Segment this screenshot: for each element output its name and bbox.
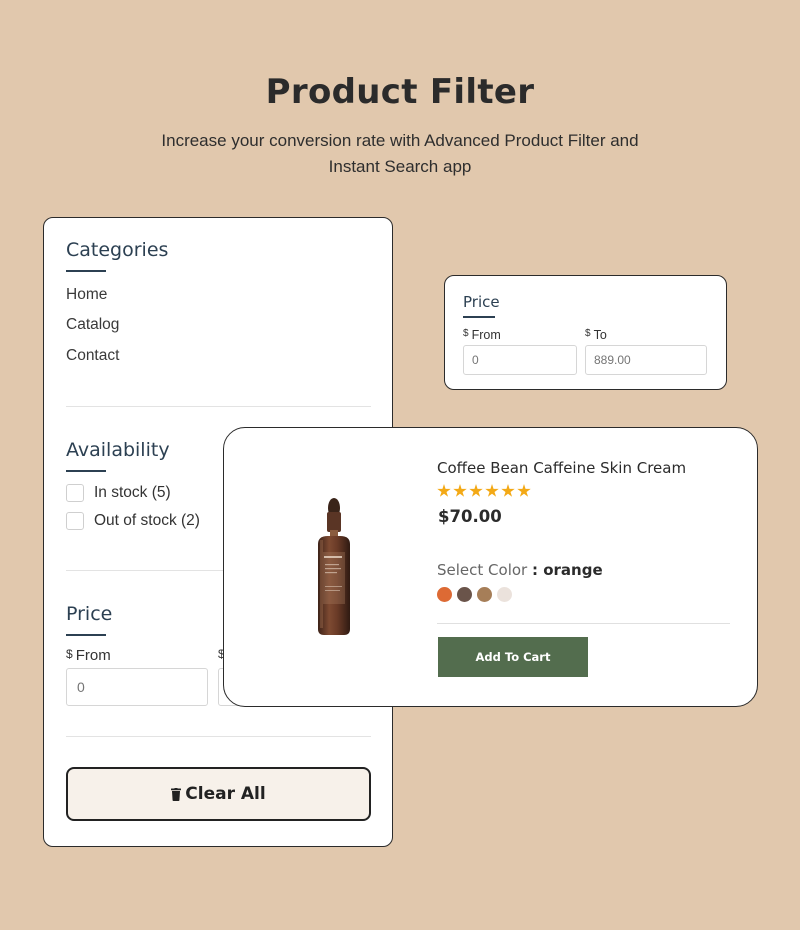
star-icon [485, 484, 499, 497]
price-card-from-input[interactable] [463, 345, 577, 375]
currency-symbol: $ [66, 647, 73, 661]
out-of-stock-label: Out of stock (2) [94, 512, 200, 529]
category-link-catalog[interactable]: Catalog [66, 316, 119, 334]
add-to-cart-button[interactable]: Add To Cart [438, 637, 588, 677]
color-swatch[interactable] [457, 587, 472, 602]
price-filter-card: Price $From $To [444, 275, 727, 390]
availability-option-out-of-stock[interactable]: Out of stock (2) [66, 512, 200, 530]
star-icon [517, 484, 531, 497]
out-of-stock-checkbox[interactable] [66, 512, 84, 530]
product-price: $70.00 [438, 507, 502, 526]
price-from-label: $ From [66, 647, 111, 664]
price-from-input[interactable] [66, 668, 208, 706]
section-divider [66, 736, 371, 737]
price-card-from-label: $ From [463, 328, 501, 342]
price-card-underline [463, 316, 495, 318]
product-card: Coffee Bean Caffeine Skin Cream $70.00 S… [223, 427, 758, 707]
in-stock-checkbox[interactable] [66, 484, 84, 502]
page-title: Product Filter [265, 72, 535, 112]
star-icon [469, 484, 483, 497]
selected-color-value: : orange [532, 561, 603, 579]
clear-all-button[interactable]: Clear All [66, 767, 371, 821]
trash-icon [171, 787, 182, 801]
section-divider [66, 406, 371, 407]
star-icon [437, 484, 451, 497]
color-swatches [437, 587, 512, 602]
color-swatch[interactable] [477, 587, 492, 602]
price-card-to-label: $ To [585, 328, 607, 342]
price-underline [66, 634, 106, 636]
page-subtitle: Increase your conversion rate with Advan… [161, 131, 639, 176]
product-title[interactable]: Coffee Bean Caffeine Skin Cream [437, 459, 686, 477]
availability-option-in-stock[interactable]: In stock (5) [66, 484, 171, 502]
clear-all-label: Clear All [185, 784, 266, 804]
color-swatch[interactable] [437, 587, 452, 602]
price-card-to-input[interactable] [585, 345, 707, 375]
color-swatch[interactable] [497, 587, 512, 602]
categories-heading: Categories [66, 239, 169, 261]
price-heading: Price [66, 603, 113, 625]
product-divider [437, 623, 730, 624]
product-image[interactable] [304, 494, 364, 639]
category-link-home[interactable]: Home [66, 286, 107, 304]
category-link-contact[interactable]: Contact [66, 347, 119, 365]
star-icon [501, 484, 515, 497]
price-card-heading: Price [463, 293, 500, 311]
availability-underline [66, 470, 106, 472]
star-icon [453, 484, 467, 497]
product-rating [437, 484, 531, 498]
categories-underline [66, 270, 106, 272]
in-stock-label: In stock (5) [94, 484, 171, 501]
select-color-label: Select Color : orange [437, 561, 603, 579]
availability-heading: Availability [66, 439, 170, 461]
